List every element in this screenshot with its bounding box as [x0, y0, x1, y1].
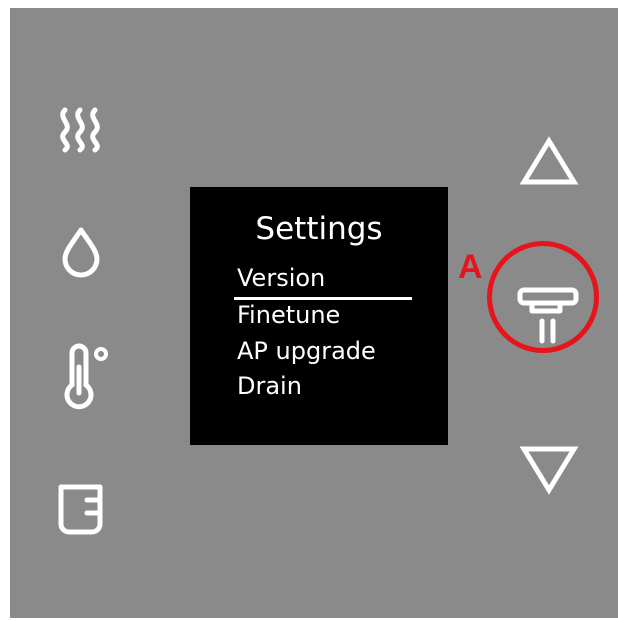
menu-item-ap-upgrade[interactable]: AP upgrade [237, 337, 376, 365]
water-drop-icon[interactable] [60, 226, 102, 278]
steam-icon[interactable] [54, 104, 106, 154]
screen-title: Settings [255, 211, 383, 247]
annotation-circle [487, 241, 599, 353]
annotation-label: A [458, 248, 483, 286]
menu-item-finetune[interactable]: Finetune [237, 301, 340, 329]
selection-underline [234, 297, 412, 300]
cup-icon[interactable] [54, 480, 108, 536]
up-arrow-icon[interactable] [519, 136, 579, 188]
menu-item-version[interactable]: Version [237, 264, 325, 292]
display-screen: Settings Version Finetune AP upgrade Dra… [190, 187, 448, 445]
menu-item-drain[interactable]: Drain [237, 372, 302, 400]
thermometer-icon[interactable] [60, 341, 110, 411]
down-arrow-icon[interactable] [519, 443, 579, 495]
